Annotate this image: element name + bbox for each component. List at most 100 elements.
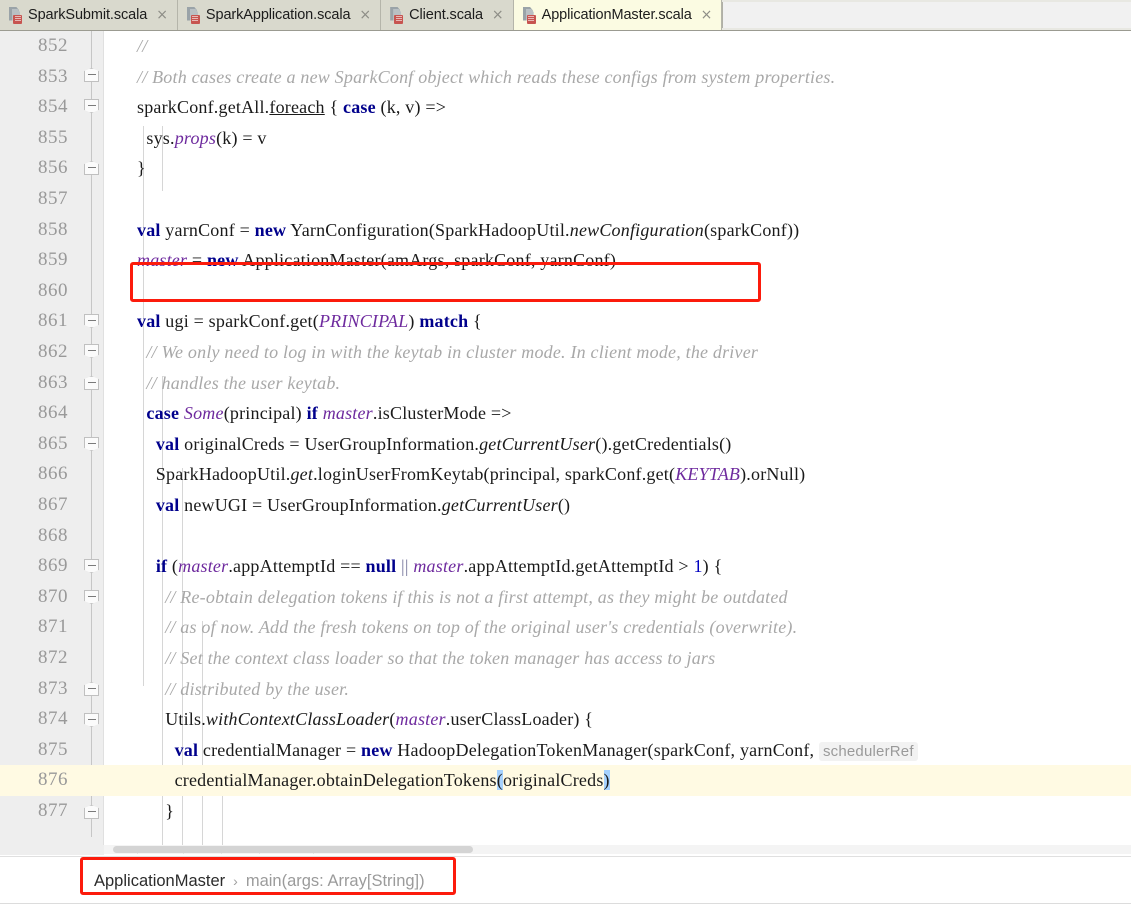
line-number: 869 xyxy=(38,555,68,577)
code-line[interactable]: 865 val originalCreds = UserGroupInforma… xyxy=(0,429,1131,460)
tab-label: ApplicationMaster.scala xyxy=(541,7,692,23)
breadcrumb: ApplicationMaster › main(args: Array[Str… xyxy=(94,872,425,891)
scala-object-icon xyxy=(8,6,23,24)
line-number: 868 xyxy=(38,524,68,546)
code-line[interactable]: 858 val yarnConf = new YarnConfiguration… xyxy=(0,215,1131,246)
line-content: master = new ApplicationMaster(amArgs, s… xyxy=(137,250,617,271)
code-line[interactable]: 871 // as of now. Add the fresh tokens o… xyxy=(0,612,1131,643)
code-line[interactable]: 867 val newUGI = UserGroupInformation.ge… xyxy=(0,490,1131,521)
line-content: // We only need to log in with the keyta… xyxy=(137,342,759,362)
tab-label: SparkApplication.scala xyxy=(205,7,351,23)
code-line[interactable]: 863 // handles the user keytab. xyxy=(0,368,1131,399)
code-line[interactable]: 864 case Some(principal) if master.isClu… xyxy=(0,398,1131,429)
tab-sparkapplication-scala[interactable]: SparkApplication.scala × xyxy=(177,0,382,30)
code-line[interactable]: 859 master = new ApplicationMaster(amArg… xyxy=(0,245,1131,276)
code-line[interactable]: 854 sparkConf.getAll.foreach { case (k, … xyxy=(0,92,1131,123)
close-icon[interactable]: × xyxy=(492,8,504,22)
line-number: 858 xyxy=(38,218,68,240)
code-line[interactable]: 869 if (master.appAttemptId == null || m… xyxy=(0,551,1131,582)
line-number: 864 xyxy=(38,402,68,424)
line-number: 877 xyxy=(38,800,68,821)
code-line-current[interactable]: 876 credentialManager.obtainDelegationTo… xyxy=(0,765,1131,796)
line-content: // xyxy=(137,36,148,56)
line-content: credentialManager.obtainDelegationTokens… xyxy=(137,770,610,791)
code-line[interactable]: 856 } xyxy=(0,153,1131,184)
line-number: 852 xyxy=(38,35,68,56)
line-number: 861 xyxy=(38,310,68,332)
line-content: // Both cases create a new SparkConf obj… xyxy=(137,66,836,87)
tab-label: Client.scala xyxy=(409,7,483,23)
line-content: case Some(principal) if master.isCluster… xyxy=(146,403,512,424)
chevron-right-icon: › xyxy=(233,873,238,889)
code-line[interactable]: 860 xyxy=(0,276,1131,307)
line-number: 875 xyxy=(38,738,68,760)
tab-client-scala[interactable]: Client.scala × xyxy=(381,0,514,30)
code-line[interactable]: 855 sys.props(k) = v xyxy=(0,123,1131,154)
tab-label: SparkSubmit.scala xyxy=(28,7,148,23)
code-line[interactable]: 852 // xyxy=(0,31,1131,62)
line-number: 876 xyxy=(38,769,68,791)
line-content: SparkHadoopUtil.get.loginUserFromKeytab(… xyxy=(137,464,806,485)
tab-applicationmaster-scala[interactable]: ApplicationMaster.scala × xyxy=(513,0,723,30)
editor-tab-bar: SparkSubmit.scala × SparkApplication.sca… xyxy=(0,0,1131,31)
line-number: 853 xyxy=(38,65,68,87)
code-line[interactable]: 875 val credentialManager = new HadoopDe… xyxy=(0,735,1131,766)
code-line[interactable]: 853 // Both cases create a new SparkConf… xyxy=(0,62,1131,93)
code-line[interactable]: 868 xyxy=(0,521,1131,552)
line-content: sparkConf.getAll.foreach { case (k, v) =… xyxy=(137,97,447,118)
code-line[interactable]: 877 } xyxy=(0,796,1131,827)
breadcrumb-method[interactable]: main(args: Array[String]) xyxy=(246,872,425,891)
code-line[interactable]: 872 // Set the context class loader so t… xyxy=(0,643,1131,674)
line-number: 866 xyxy=(38,463,68,485)
line-number: 860 xyxy=(38,279,68,301)
close-icon[interactable]: × xyxy=(701,8,713,22)
scala-object-icon xyxy=(522,6,537,24)
line-number: 867 xyxy=(38,494,68,515)
scala-object-icon xyxy=(389,6,404,24)
line-content: val yarnConf = new YarnConfiguration(Spa… xyxy=(137,219,800,240)
breadcrumb-bar: ApplicationMaster › main(args: Array[Str… xyxy=(0,856,1131,905)
line-content: Utils.withContextClassLoader(master.user… xyxy=(137,709,594,730)
line-content: val ugi = sparkConf.get(PRINCIPAL) match… xyxy=(137,311,482,332)
line-number: 855 xyxy=(38,126,68,148)
code-line[interactable]: 862 // We only need to log in with the k… xyxy=(0,337,1131,368)
breadcrumb-class[interactable]: ApplicationMaster xyxy=(94,872,225,891)
horizontal-scrollbar-thumb[interactable] xyxy=(113,846,473,853)
line-content: // Set the context class loader so that … xyxy=(137,648,716,668)
line-content: // handles the user keytab. xyxy=(137,372,341,393)
code-line[interactable]: 874 Utils.withContextClassLoader(master.… xyxy=(0,704,1131,735)
line-content: // distributed by the user. xyxy=(137,678,350,699)
tab-sparksubmit-scala[interactable]: SparkSubmit.scala × xyxy=(0,0,178,30)
gutter-bottom-filler xyxy=(0,845,104,855)
line-content: val newUGI = UserGroupInformation.getCur… xyxy=(155,495,571,515)
code-line[interactable]: 857 xyxy=(0,184,1131,215)
close-icon[interactable]: × xyxy=(156,8,168,22)
line-number: 865 xyxy=(38,432,68,454)
inline-parameter-hint: schedulerRef xyxy=(818,741,918,761)
line-number: 871 xyxy=(38,616,68,638)
code-line[interactable]: 870 // Re-obtain delegation tokens if th… xyxy=(0,582,1131,613)
line-content: // as of now. Add the fresh tokens on to… xyxy=(137,617,798,638)
editor-window: SparkSubmit.scala × SparkApplication.sca… xyxy=(0,0,1131,905)
scala-object-icon xyxy=(186,6,201,24)
code-line[interactable]: 866 SparkHadoopUtil.get.loginUserFromKey… xyxy=(0,459,1131,490)
code-line[interactable]: 861 val ugi = sparkConf.get(PRINCIPAL) m… xyxy=(0,306,1131,337)
line-content: } xyxy=(137,801,175,821)
line-content: val originalCreds = UserGroupInformation… xyxy=(155,433,732,454)
line-content: sys.props(k) = v xyxy=(137,127,267,148)
line-number: 870 xyxy=(38,585,68,607)
line-number: 863 xyxy=(38,371,68,393)
line-number: 872 xyxy=(38,647,68,668)
code-editor[interactable]: 852 // 853 // Both cases create a new Sp… xyxy=(0,31,1131,851)
line-content: val credentialManager = new HadoopDelega… xyxy=(137,735,918,768)
line-number: 854 xyxy=(38,96,68,118)
line-number: 862 xyxy=(38,341,68,362)
line-number: 859 xyxy=(38,249,68,271)
code-line[interactable]: 873 // distributed by the user. xyxy=(0,674,1131,705)
line-content: // Re-obtain delegation tokens if this i… xyxy=(137,586,788,607)
line-number: 874 xyxy=(38,708,68,730)
line-content: if (master.appAttemptId == null || maste… xyxy=(155,556,723,577)
tab-bar-empty-space xyxy=(722,2,1131,28)
line-number: 857 xyxy=(38,188,68,209)
close-icon[interactable]: × xyxy=(359,8,371,22)
